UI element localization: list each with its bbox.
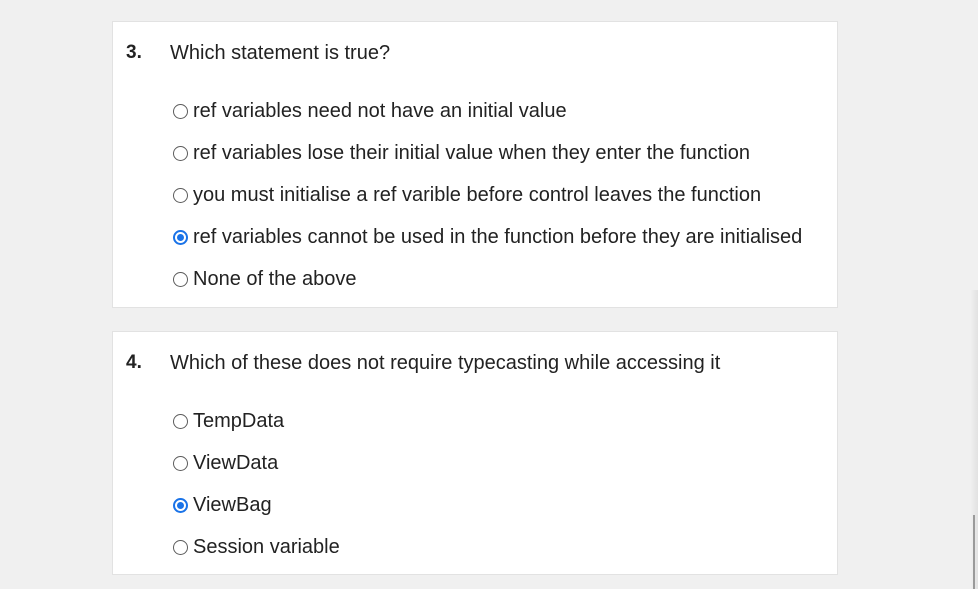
radio-button[interactable] bbox=[173, 413, 188, 429]
radio-button[interactable] bbox=[173, 455, 188, 471]
answer-option-label: ref variables need not have an initial v… bbox=[193, 99, 567, 122]
radio-button[interactable] bbox=[173, 187, 188, 203]
question-card-3: 3. Which statement is true? ref variable… bbox=[112, 21, 838, 308]
answer-option-label: you must initialise a ref varible before… bbox=[193, 183, 762, 206]
answer-option-label: ref variables lose their initial value w… bbox=[193, 141, 750, 164]
answer-option[interactable]: ref variables cannot be used in the func… bbox=[173, 216, 827, 258]
answer-option[interactable]: ViewBag bbox=[173, 484, 827, 526]
answer-option-label: ViewBag bbox=[193, 493, 272, 516]
answer-option-label: TempData bbox=[193, 409, 285, 432]
radio-button[interactable] bbox=[173, 497, 188, 513]
answer-option-label: ref variables cannot be used in the func… bbox=[193, 225, 803, 248]
question-number: 4. bbox=[126, 352, 142, 373]
question-number: 3. bbox=[126, 42, 142, 63]
answer-option[interactable]: you must initialise a ref varible before… bbox=[173, 174, 827, 216]
question-text: Which statement is true? bbox=[170, 42, 391, 64]
answer-option-label: ViewData bbox=[193, 451, 279, 474]
answer-option-label: Session variable bbox=[193, 535, 340, 558]
answer-option[interactable]: ref variables need not have an initial v… bbox=[173, 90, 827, 132]
answer-option[interactable]: Session variable bbox=[173, 526, 827, 568]
question-text: Which of these does not require typecast… bbox=[170, 352, 721, 374]
radio-button[interactable] bbox=[173, 229, 188, 245]
answer-option-label: None of the above bbox=[193, 267, 357, 290]
answer-options: ref variables need not have an initial v… bbox=[173, 90, 827, 300]
radio-button[interactable] bbox=[173, 103, 188, 119]
scrollbar-thumb[interactable] bbox=[973, 515, 975, 589]
question-card-4: 4. Which of these does not require typec… bbox=[112, 331, 838, 575]
answer-option[interactable]: ViewData bbox=[173, 442, 827, 484]
answer-option[interactable]: None of the above bbox=[173, 258, 827, 300]
answer-option[interactable]: TempData bbox=[173, 400, 827, 442]
answer-options: TempData ViewData ViewBag Session variab… bbox=[173, 400, 827, 568]
radio-button[interactable] bbox=[173, 271, 188, 287]
answer-option[interactable]: ref variables lose their initial value w… bbox=[173, 132, 827, 174]
radio-button[interactable] bbox=[173, 145, 188, 161]
radio-button[interactable] bbox=[173, 539, 188, 555]
